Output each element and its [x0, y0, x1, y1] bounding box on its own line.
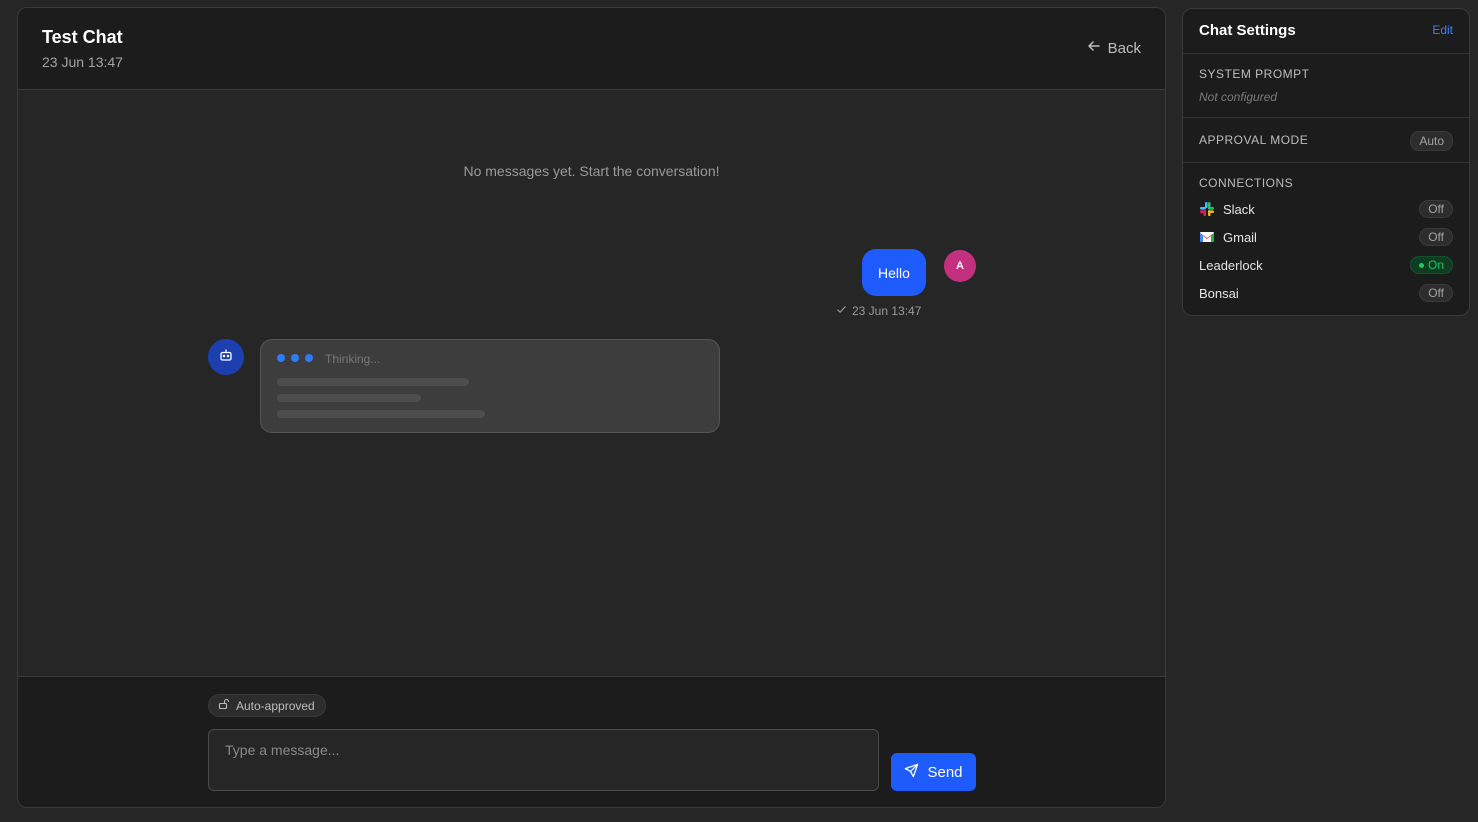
chat-settings-panel: Chat Settings Edit SYSTEM PROMPT Not con…: [1182, 8, 1470, 316]
composer: Auto-approved Send: [18, 676, 1165, 807]
check-icon: [836, 304, 847, 318]
status-dot-icon: [1418, 262, 1424, 268]
skeleton-line: [277, 394, 421, 402]
thinking-label: Thinking...: [325, 352, 381, 366]
connection-name: Leaderlock: [1199, 257, 1263, 273]
typing-dots: [277, 354, 313, 362]
message-list: No messages yet. Start the conversation!…: [18, 90, 1165, 677]
gmail-icon: [1199, 229, 1215, 245]
connection-toggle-bonsai[interactable]: Off: [1419, 284, 1453, 302]
empty-state-text: No messages yet. Start the conversation!: [463, 163, 720, 179]
typing-dot: [305, 354, 313, 362]
user-message-bubble: Hello: [862, 249, 926, 296]
skeleton-line: [277, 410, 485, 418]
chat-header: Test Chat 23 Jun 13:47 Back: [18, 8, 1165, 90]
send-button[interactable]: Send: [891, 753, 976, 791]
connection-row-gmail: Gmail: [1199, 227, 1453, 247]
connections-label: CONNECTIONS: [1199, 176, 1294, 190]
send-label: Send: [927, 763, 963, 781]
unlock-icon: [218, 698, 230, 713]
divider: [1183, 117, 1469, 118]
approval-mode-label: APPROVAL MODE: [1199, 133, 1309, 147]
message-input[interactable]: [208, 729, 879, 791]
bot-icon: [218, 347, 234, 368]
connection-toggle-gmail[interactable]: Off: [1419, 228, 1453, 246]
connection-row-slack: Slack: [1199, 199, 1453, 219]
skeleton-line: [277, 378, 469, 386]
arrow-left-icon: [1086, 38, 1102, 58]
auto-approved-badge[interactable]: Auto-approved: [208, 694, 326, 717]
settings-header: Chat Settings Edit: [1183, 9, 1469, 54]
divider: [1183, 162, 1469, 163]
chat-title: Test Chat: [42, 27, 123, 47]
typing-dot: [291, 354, 299, 362]
connection-toggle-leaderlock[interactable]: On: [1409, 256, 1453, 274]
edit-settings-link[interactable]: Edit: [1432, 23, 1453, 37]
message-meta: 23 Jun 13:47: [836, 304, 921, 318]
send-icon: [904, 763, 919, 782]
chat-panel: Test Chat 23 Jun 13:47 Back No messages …: [17, 7, 1166, 808]
user-avatar: A: [944, 250, 976, 282]
thinking-indicator: Thinking...: [260, 339, 720, 433]
connection-name: Gmail: [1223, 229, 1257, 245]
back-label: Back: [1107, 39, 1141, 57]
chat-date: 23 Jun 13:47: [42, 54, 123, 70]
typing-dot: [277, 354, 285, 362]
connection-name: Bonsai: [1199, 285, 1239, 301]
settings-title: Chat Settings: [1199, 22, 1296, 39]
system-prompt-label: SYSTEM PROMPT: [1199, 67, 1310, 81]
bot-avatar: [208, 339, 244, 375]
connection-toggle-slack[interactable]: Off: [1419, 200, 1453, 218]
system-prompt-value: Not configured: [1199, 90, 1278, 104]
back-button[interactable]: Back: [1086, 38, 1141, 58]
message-timestamp: 23 Jun 13:47: [852, 304, 922, 318]
connection-row-bonsai: Bonsai: [1199, 283, 1453, 303]
connection-name: Slack: [1223, 201, 1255, 217]
approval-mode-badge: Auto: [1410, 131, 1453, 151]
connection-status: On: [1427, 258, 1444, 272]
slack-icon: [1199, 201, 1215, 217]
auto-approved-label: Auto-approved: [236, 698, 315, 713]
